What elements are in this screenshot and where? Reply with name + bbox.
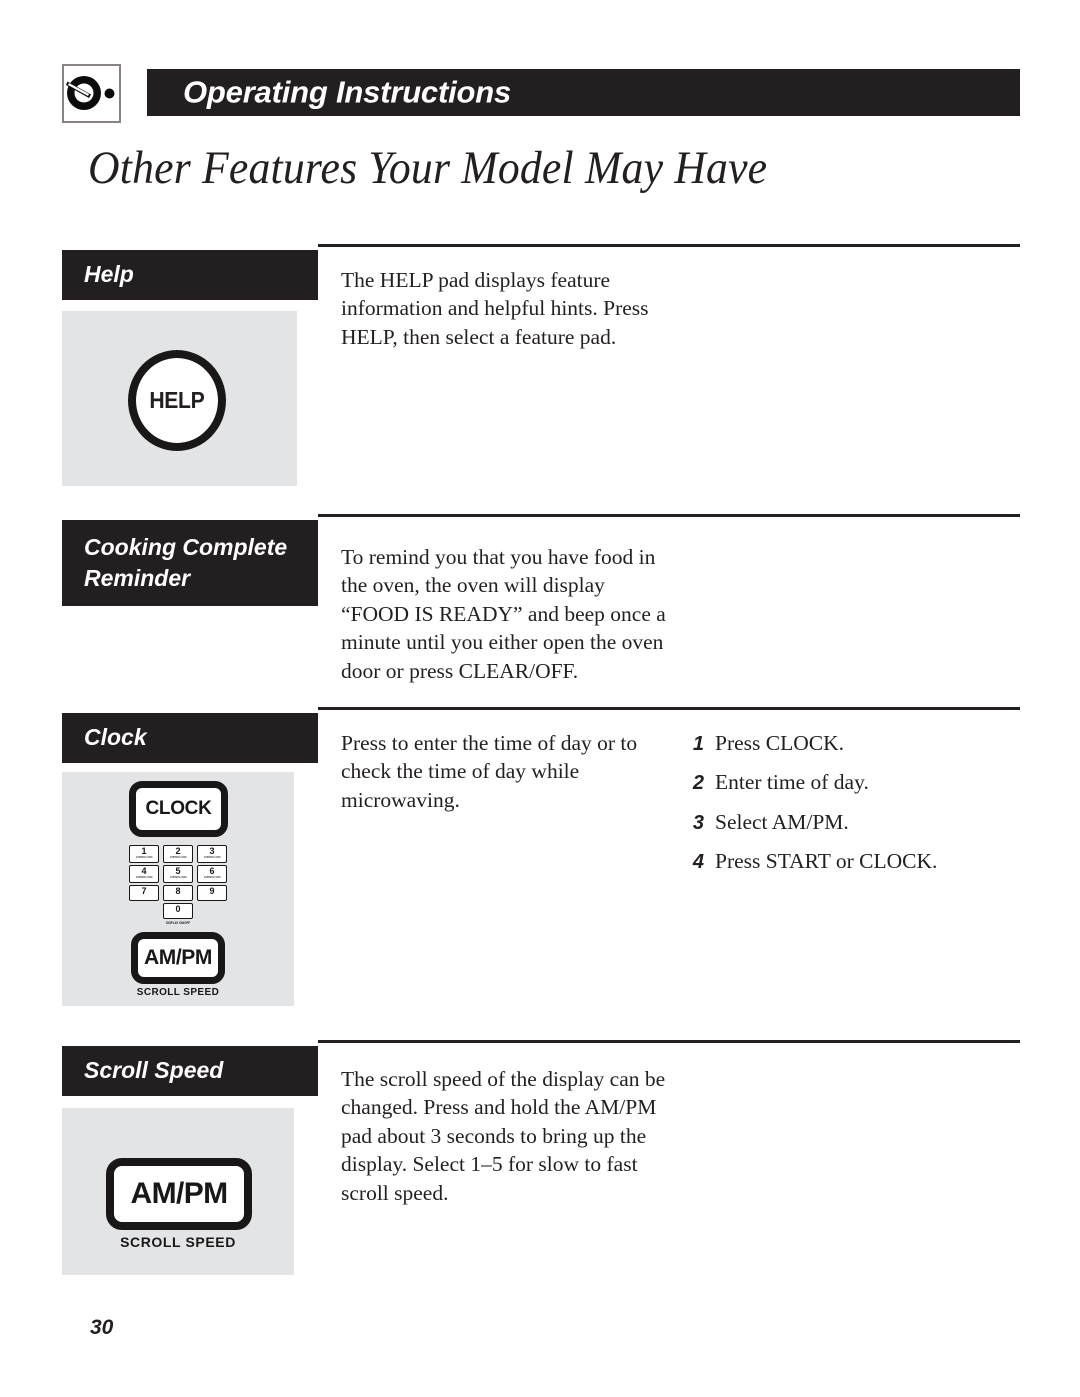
section-body-cooking-complete-reminder: To remind you that you have food in the … xyxy=(341,545,666,683)
pad-ampm-caption-scroll-speed: SCROLL SPEED xyxy=(136,987,220,998)
key-number: 3 xyxy=(209,845,215,856)
key-sublabel: EXPRESS COOK xyxy=(203,855,221,859)
step-item: 2 Enter time of day. xyxy=(686,768,1016,796)
key-sublabel: EXPRESS COOK xyxy=(169,855,187,859)
step-number: 1 xyxy=(692,733,704,755)
page-number: 30 xyxy=(90,1316,114,1339)
document-page: Operating Instructions Other Features Yo… xyxy=(0,0,1080,1397)
key-sublabel: EXPRESS COOK xyxy=(135,875,153,879)
section-heading-help: Help xyxy=(62,250,318,300)
pad-clock-label: CLOCK xyxy=(145,798,212,819)
section-rule xyxy=(318,244,1020,247)
step-number: 2 xyxy=(692,772,704,795)
pad-ampm-clock[interactable]: AM/PM xyxy=(131,932,225,984)
step-text: Press START or CLOCK. xyxy=(715,849,938,874)
key-number: 9 xyxy=(209,885,215,896)
running-header: Operating Instructions xyxy=(62,64,1020,123)
key-number: 6 xyxy=(209,865,215,876)
pad-ampm-scroll-speed[interactable]: AM/PM xyxy=(106,1158,252,1230)
section-heading-label-line2: Reminder xyxy=(84,564,191,591)
section-heading-label-line1: Cooking Complete xyxy=(84,534,288,560)
header-title: Operating Instructions xyxy=(183,73,512,109)
key-2[interactable]: 2 EXPRESS COOK xyxy=(163,845,193,863)
section-body-help: The HELP pad displays feature informatio… xyxy=(341,268,649,349)
key-sublabel: EXPRESS COOK xyxy=(135,855,153,859)
step-item: 4 Press START or CLOCK. xyxy=(686,847,1016,875)
section-rule xyxy=(318,707,1020,710)
keypad-row: 0 DISPLAY ON/OFF xyxy=(129,903,227,926)
key-8[interactable]: 8 xyxy=(163,885,193,901)
key-6[interactable]: 6 EXPRESS COOK xyxy=(197,865,227,883)
key-number: 2 xyxy=(175,845,181,856)
key-number: 8 xyxy=(175,885,181,896)
keypad-row: 7 8 9 xyxy=(129,885,227,901)
section-rule xyxy=(318,514,1020,517)
page-title: Other Features Your Model May Have xyxy=(88,142,768,194)
key-0-sublabel: DISPLAY ON/OFF xyxy=(166,920,190,925)
key-1[interactable]: 1 EXPRESS COOK xyxy=(129,845,159,863)
key-number: 0 xyxy=(175,903,181,914)
section-steps-clock: 1 Press CLOCK. 2 Enter time of day. 3 Se… xyxy=(686,729,1016,887)
section-rule xyxy=(318,1040,1020,1043)
key-3[interactable]: 3 EXPRESS COOK xyxy=(197,845,227,863)
key-7[interactable]: 7 xyxy=(129,885,159,901)
section-heading-label: Clock xyxy=(84,724,147,750)
section-body-scroll-speed: The scroll speed of the display can be c… xyxy=(341,1067,666,1205)
key-0[interactable]: 0 xyxy=(163,903,193,919)
key-sublabel: EXPRESS COOK xyxy=(169,875,187,879)
pad-ampm-label: AM/PM xyxy=(144,946,212,969)
step-text: Select AM/PM. xyxy=(715,809,849,834)
keypad-row: 4 EXPRESS COOK 5 EXPRESS COOK 6 EXPRESS … xyxy=(129,865,227,883)
key-9[interactable]: 9 xyxy=(197,885,227,901)
section-heading-label: Help xyxy=(84,261,134,287)
section-heading-cooking-complete-reminder: Cooking Complete Reminder xyxy=(62,520,318,607)
key-number: 7 xyxy=(141,885,147,896)
step-text: Press CLOCK. xyxy=(715,731,845,755)
numeric-keypad: 1 EXPRESS COOK 2 EXPRESS COOK 3 EXPRESS … xyxy=(129,845,227,928)
key-5[interactable]: 5 EXPRESS COOK xyxy=(163,865,193,883)
step-number: 4 xyxy=(692,851,704,874)
step-item: 1 Press CLOCK. xyxy=(686,729,1016,757)
key-4[interactable]: 4 EXPRESS COOK xyxy=(129,865,159,883)
section-heading-label: Scroll Speed xyxy=(84,1057,224,1083)
pad-help[interactable]: HELP xyxy=(128,350,226,451)
key-number: 1 xyxy=(141,845,147,856)
keypad-row: 1 EXPRESS COOK 2 EXPRESS COOK 3 EXPRESS … xyxy=(129,845,227,863)
control-knob-icon xyxy=(62,64,121,123)
key-number: 5 xyxy=(175,865,181,876)
pad-ampm-label: AM/PM xyxy=(130,1177,229,1210)
pad-ampm-caption-scroll-speed: SCROLL SPEED xyxy=(120,1234,236,1250)
step-item: 3 Select AM/PM. xyxy=(686,808,1016,836)
section-heading-clock: Clock xyxy=(62,713,318,763)
key-sublabel: EXPRESS COOK xyxy=(203,875,221,879)
key-number: 4 xyxy=(141,865,147,876)
section-body-clock: Press to enter the time of day or to che… xyxy=(341,731,638,812)
section-heading-scroll-speed: Scroll Speed xyxy=(62,1046,318,1096)
pad-help-label: HELP xyxy=(149,387,205,413)
pad-clock[interactable]: CLOCK xyxy=(129,781,228,837)
header-bar: Operating Instructions xyxy=(147,69,1020,116)
step-text: Enter time of day. xyxy=(715,770,869,795)
step-number: 3 xyxy=(692,811,704,834)
